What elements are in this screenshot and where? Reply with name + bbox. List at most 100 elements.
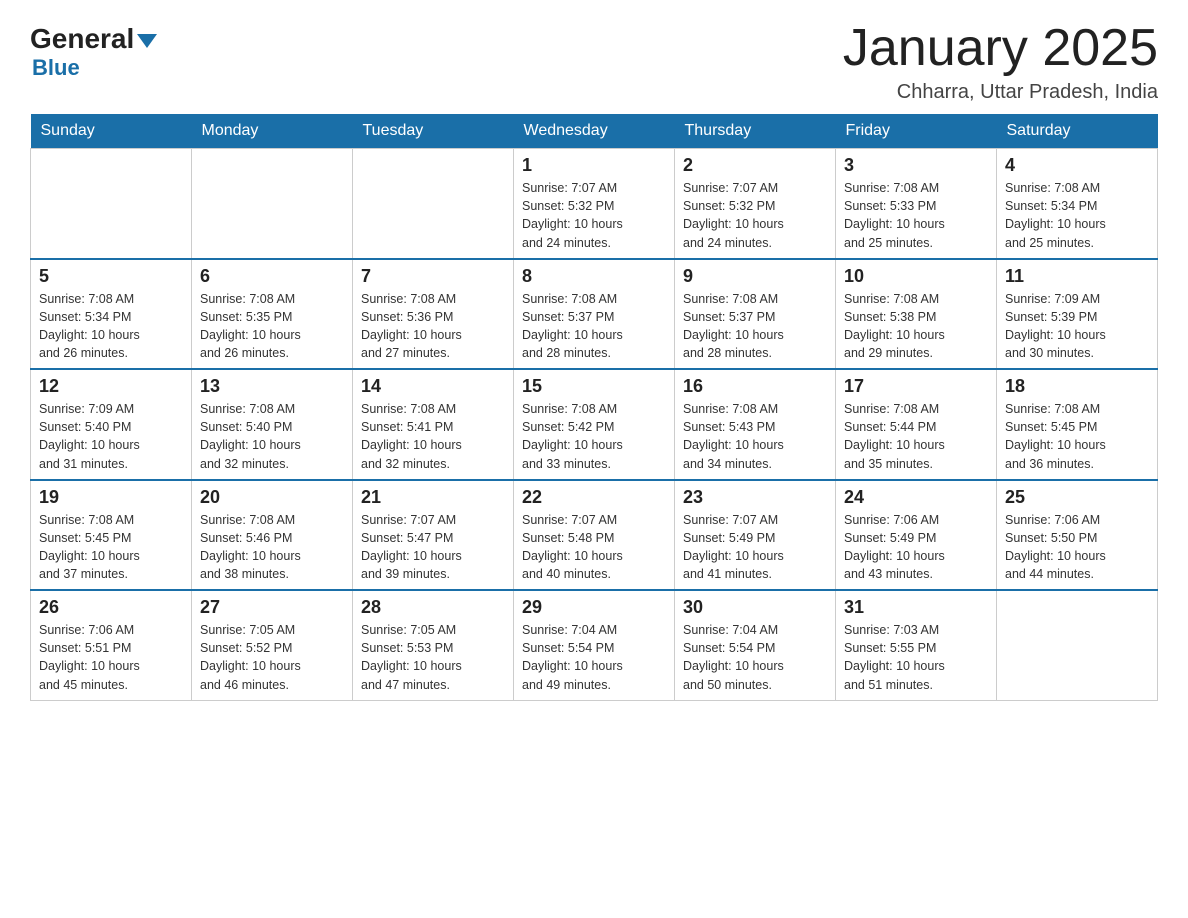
weekday-header-wednesday: Wednesday: [514, 114, 675, 149]
day-info: Sunrise: 7:09 AMSunset: 5:39 PMDaylight:…: [1005, 290, 1149, 363]
weekday-header-thursday: Thursday: [675, 114, 836, 149]
calendar-cell: 18 Sunrise: 7:08 AMSunset: 5:45 PMDayligh…: [997, 369, 1158, 480]
weekday-header-tuesday: Tuesday: [353, 114, 514, 149]
day-number: 7: [361, 266, 505, 287]
calendar-cell: 1 Sunrise: 7:07 AMSunset: 5:32 PMDaylight…: [514, 149, 675, 259]
day-number: 9: [683, 266, 827, 287]
day-number: 1: [522, 155, 666, 176]
day-info: Sunrise: 7:08 AMSunset: 5:37 PMDaylight:…: [522, 290, 666, 363]
week-row-2: 5Sunrise: 7:08 AMSunset: 5:34 PMDaylight…: [31, 259, 1158, 370]
calendar-cell: [353, 149, 514, 259]
day-number: 31: [844, 597, 988, 618]
day-info: Sunrise: 7:05 AMSunset: 5:52 PMDaylight:…: [200, 621, 344, 694]
logo: General Blue: [30, 25, 157, 81]
day-number: 26: [39, 597, 183, 618]
day-info: Sunrise: 7:05 AMSunset: 5:53 PMDaylight:…: [361, 621, 505, 694]
day-info: Sunrise: 7:08 AMSunset: 5:45 PMDaylight:…: [1005, 400, 1149, 473]
calendar-cell: 2Sunrise: 7:07 AMSunset: 5:32 PMDaylight…: [675, 149, 836, 259]
calendar-cell: 7Sunrise: 7:08 AMSunset: 5:36 PMDaylight…: [353, 259, 514, 370]
day-number: 18: [1005, 376, 1149, 397]
day-number: 28: [361, 597, 505, 618]
day-number: 12: [39, 376, 183, 397]
calendar-cell: 3 Sunrise: 7:08 AMSunset: 5:33 PMDaylight…: [836, 149, 997, 259]
day-number: 8: [522, 266, 666, 287]
calendar-cell: 6Sunrise: 7:08 AMSunset: 5:35 PMDaylight…: [192, 259, 353, 370]
calendar-cell: 23Sunrise: 7:07 AMSunset: 5:49 PMDayligh…: [675, 480, 836, 591]
calendar-cell: 28 Sunrise: 7:05 AMSunset: 5:53 PMDayligh…: [353, 590, 514, 700]
day-info: Sunrise: 7:08 AMSunset: 5:37 PMDaylight:…: [683, 290, 827, 363]
day-info: Sunrise: 7:06 AMSunset: 5:49 PMDaylight:…: [844, 511, 988, 584]
location-label: Chharra, Uttar Pradesh, India: [843, 81, 1158, 104]
day-info: Sunrise: 7:04 AMSunset: 5:54 PMDaylight:…: [522, 621, 666, 694]
day-number: 27: [200, 597, 344, 618]
weekday-header-sunday: Sunday: [31, 114, 192, 149]
calendar-cell: 12 Sunrise: 7:09 AMSunset: 5:40 PMDayligh…: [31, 369, 192, 480]
day-number: 10: [844, 266, 988, 287]
logo-general-text: General: [30, 25, 157, 53]
calendar-cell: 30Sunrise: 7:04 AMSunset: 5:54 PMDayligh…: [675, 590, 836, 700]
day-number: 13: [200, 376, 344, 397]
week-row-3: 12 Sunrise: 7:09 AMSunset: 5:40 PMDayligh…: [31, 369, 1158, 480]
calendar-cell: 11Sunrise: 7:09 AMSunset: 5:39 PMDayligh…: [997, 259, 1158, 370]
weekday-header-row: SundayMondayTuesdayWednesdayThursdayFrid…: [31, 114, 1158, 149]
day-info: Sunrise: 7:08 AMSunset: 5:40 PMDaylight:…: [200, 400, 344, 473]
day-info: Sunrise: 7:04 AMSunset: 5:54 PMDaylight:…: [683, 621, 827, 694]
day-info: Sunrise: 7:08 AMSunset: 5:43 PMDaylight:…: [683, 400, 827, 473]
day-info: Sunrise: 7:06 AMSunset: 5:51 PMDaylight:…: [39, 621, 183, 694]
week-row-4: 19 Sunrise: 7:08 AMSunset: 5:45 PMDayligh…: [31, 480, 1158, 591]
day-number: 6: [200, 266, 344, 287]
day-info: Sunrise: 7:07 AMSunset: 5:48 PMDaylight:…: [522, 511, 666, 584]
day-number: 2: [683, 155, 827, 176]
calendar-cell: 15 Sunrise: 7:08 AMSunset: 5:42 PMDayligh…: [514, 369, 675, 480]
day-number: 15: [522, 376, 666, 397]
day-info: Sunrise: 7:08 AMSunset: 5:45 PMDaylight:…: [39, 511, 183, 584]
day-number: 5: [39, 266, 183, 287]
calendar-cell: 16Sunrise: 7:08 AMSunset: 5:43 PMDayligh…: [675, 369, 836, 480]
day-number: 19: [39, 487, 183, 508]
day-info: Sunrise: 7:08 AMSunset: 5:44 PMDaylight:…: [844, 400, 988, 473]
logo-arrow-icon: [137, 34, 157, 48]
calendar-table: SundayMondayTuesdayWednesdayThursdayFrid…: [30, 114, 1158, 701]
calendar-cell: 14 Sunrise: 7:08 AMSunset: 5:41 PMDayligh…: [353, 369, 514, 480]
calendar-cell: 20 Sunrise: 7:08 AMSunset: 5:46 PMDayligh…: [192, 480, 353, 591]
weekday-header-saturday: Saturday: [997, 114, 1158, 149]
calendar-cell: 4Sunrise: 7:08 AMSunset: 5:34 PMDaylight…: [997, 149, 1158, 259]
calendar-cell: 31 Sunrise: 7:03 AMSunset: 5:55 PMDayligh…: [836, 590, 997, 700]
day-number: 14: [361, 376, 505, 397]
day-number: 17: [844, 376, 988, 397]
day-info: Sunrise: 7:08 AMSunset: 5:46 PMDaylight:…: [200, 511, 344, 584]
calendar-cell: 26 Sunrise: 7:06 AMSunset: 5:51 PMDayligh…: [31, 590, 192, 700]
day-number: 21: [361, 487, 505, 508]
day-number: 4: [1005, 155, 1149, 176]
day-info: Sunrise: 7:08 AMSunset: 5:41 PMDaylight:…: [361, 400, 505, 473]
day-number: 20: [200, 487, 344, 508]
weekday-header-monday: Monday: [192, 114, 353, 149]
logo-general-label: General: [30, 25, 134, 53]
day-number: 29: [522, 597, 666, 618]
calendar-cell: 29 Sunrise: 7:04 AMSunset: 5:54 PMDayligh…: [514, 590, 675, 700]
weekday-header-friday: Friday: [836, 114, 997, 149]
day-info: Sunrise: 7:08 AMSunset: 5:33 PMDaylight:…: [844, 179, 988, 252]
calendar-cell: 19 Sunrise: 7:08 AMSunset: 5:45 PMDayligh…: [31, 480, 192, 591]
calendar-cell: 9 Sunrise: 7:08 AMSunset: 5:37 PMDaylight…: [675, 259, 836, 370]
day-number: 24: [844, 487, 988, 508]
day-number: 23: [683, 487, 827, 508]
calendar-cell: 25Sunrise: 7:06 AMSunset: 5:50 PMDayligh…: [997, 480, 1158, 591]
calendar-cell: 17 Sunrise: 7:08 AMSunset: 5:44 PMDayligh…: [836, 369, 997, 480]
page-header: General Blue January 2025 Chharra, Uttar…: [30, 20, 1158, 104]
day-number: 3: [844, 155, 988, 176]
week-row-1: 1 Sunrise: 7:07 AMSunset: 5:32 PMDaylight…: [31, 149, 1158, 259]
calendar-cell: 21Sunrise: 7:07 AMSunset: 5:47 PMDayligh…: [353, 480, 514, 591]
calendar-cell: 22Sunrise: 7:07 AMSunset: 5:48 PMDayligh…: [514, 480, 675, 591]
day-info: Sunrise: 7:08 AMSunset: 5:38 PMDaylight:…: [844, 290, 988, 363]
day-info: Sunrise: 7:03 AMSunset: 5:55 PMDaylight:…: [844, 621, 988, 694]
calendar-cell: 27 Sunrise: 7:05 AMSunset: 5:52 PMDayligh…: [192, 590, 353, 700]
month-title: January 2025: [843, 20, 1158, 77]
day-info: Sunrise: 7:09 AMSunset: 5:40 PMDaylight:…: [39, 400, 183, 473]
calendar-cell: 8 Sunrise: 7:08 AMSunset: 5:37 PMDaylight…: [514, 259, 675, 370]
day-info: Sunrise: 7:07 AMSunset: 5:32 PMDaylight:…: [522, 179, 666, 252]
day-info: Sunrise: 7:06 AMSunset: 5:50 PMDaylight:…: [1005, 511, 1149, 584]
calendar-cell: 10 Sunrise: 7:08 AMSunset: 5:38 PMDayligh…: [836, 259, 997, 370]
calendar-cell: [192, 149, 353, 259]
day-info: Sunrise: 7:08 AMSunset: 5:42 PMDaylight:…: [522, 400, 666, 473]
